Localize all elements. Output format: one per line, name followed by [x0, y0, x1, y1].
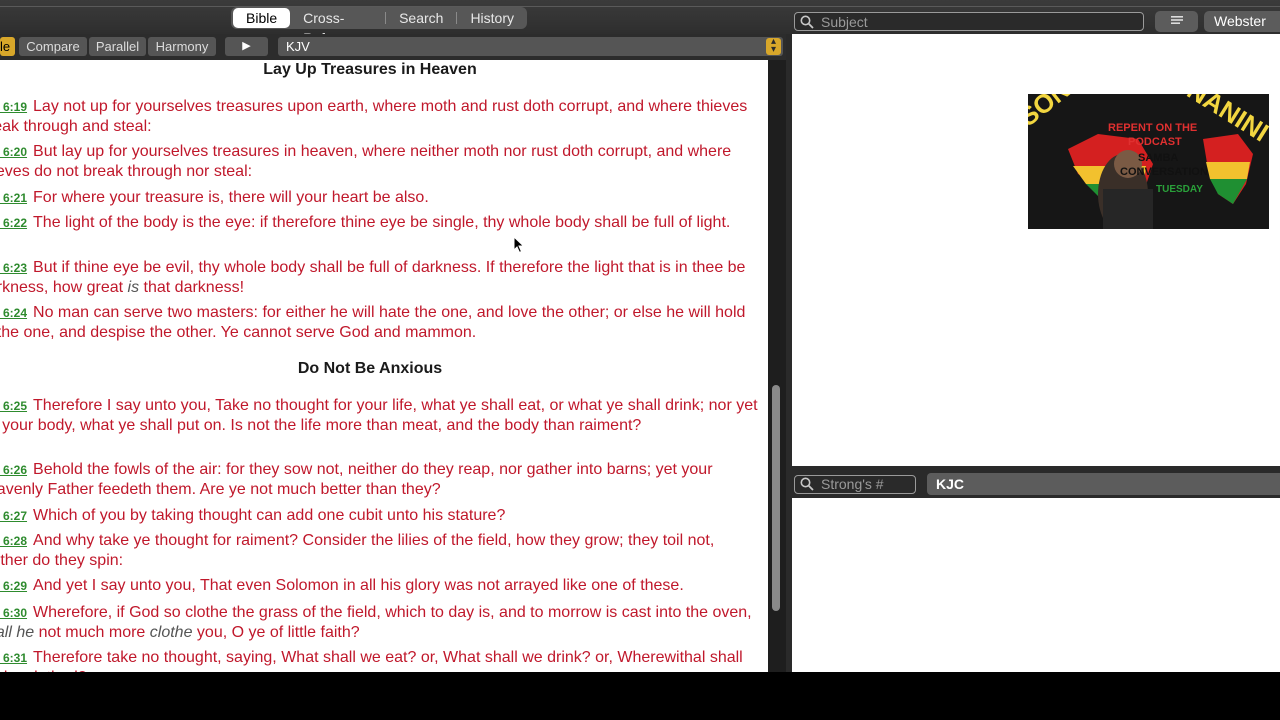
verse-ref-link[interactable]: Mat 6:19: [0, 100, 27, 114]
verse-ref-link[interactable]: Mat 6:25: [0, 399, 27, 413]
search-icon: [800, 477, 814, 495]
mouse-pointer-icon: [513, 235, 525, 254]
verse: Mat 6:24No man can serve two masters: fo…: [0, 303, 759, 342]
strongs-placeholder: Strong's #: [821, 476, 884, 492]
version-select[interactable]: KJV ▴ ▾: [278, 37, 783, 56]
bible-toolbar: le Compare Parallel Harmony ▶ KJV ▴ ▾: [0, 34, 786, 60]
verse-text: Therefore take no thought, saying, What …: [0, 649, 743, 672]
verse-text: Wherefore, if God so clothe the grass of…: [33, 604, 752, 621]
verse-text: Therefore I say unto you, Take no though…: [0, 397, 758, 434]
verse: Mat 6:27 Which of you by taking thought c…: [0, 506, 759, 526]
strongs-pane: [792, 498, 1280, 672]
section-heading: Lay Up Treasures in Heaven: [263, 61, 477, 78]
compare-button[interactable]: Compare: [19, 37, 87, 56]
overlay-text: TUESDAY: [1156, 184, 1203, 195]
verse-text: that darkness!: [139, 279, 245, 296]
verse-ref-link[interactable]: Mat 6:29: [0, 579, 27, 593]
bottom-black-bar: [0, 672, 1280, 720]
verse-text: Which of you by taking thought can add o…: [33, 507, 506, 524]
verse-text: you, O ye of little faith?: [192, 624, 360, 641]
tab-history[interactable]: History: [457, 8, 527, 28]
title-bar: Bible Cross-Refs Search History Subject …: [0, 0, 1280, 46]
bible-text-pane[interactable]: Lay Up Treasures in Heaven Mat 6:19Lay n…: [0, 60, 768, 672]
verse-text: The light of the body is the eye: if the…: [33, 214, 731, 231]
verse-ref-link[interactable]: Mat 6:31: [0, 651, 27, 665]
verse-text: And yet I say unto you, That even Solomo…: [33, 577, 684, 594]
verse: Mat 6:20But lay up for yourselves treasu…: [0, 142, 759, 181]
verse: Mat 6:31Therefore take no thought, sayin…: [0, 648, 759, 672]
list-icon: [1170, 13, 1184, 29]
kjc-select[interactable]: KJC: [927, 473, 1280, 495]
verse-italic-text: shall he: [0, 624, 35, 641]
search-icon: [800, 15, 814, 34]
verse-text: No man can serve two masters: for either…: [0, 304, 746, 341]
verse: Mat 6:29 And yet I say unto you, That eve…: [0, 576, 759, 596]
section-heading: Do Not Be Anxious: [297, 360, 443, 377]
play-icon: ▶: [242, 40, 251, 52]
verse: Mat 6:25Therefore I say unto you, Take n…: [0, 396, 759, 435]
verse: Mat 6:30 Wherefore, if God so clothe the …: [0, 603, 759, 642]
verse: Mat 6:22 The light of the body is the eye…: [0, 213, 759, 233]
list-menu-button[interactable]: [1155, 11, 1198, 32]
subject-search-field[interactable]: Subject: [794, 12, 1144, 31]
verse-text: But if thine eye be evil, thy whole body…: [0, 259, 746, 296]
scrollbar-thumb[interactable]: [772, 385, 780, 611]
verse-text: For where your treasure is, there will y…: [33, 189, 429, 206]
verse: Mat 6:19Lay not up for yourselves treasu…: [0, 97, 759, 136]
verse-ref-link[interactable]: Mat 6:21: [0, 191, 27, 205]
verse: Mat 6:26Behold the fowls of the air: for…: [0, 460, 759, 499]
overlay-text: SAMBA: [1138, 152, 1179, 164]
video-overlay-image: SONINI NANINI REPENT ON THE PODCAST SAMB…: [1028, 94, 1269, 229]
verse-text: not much more: [34, 624, 150, 641]
verse-text: Lay not up for yourselves treasures upon…: [0, 98, 748, 135]
harmony-button[interactable]: Harmony: [148, 37, 216, 56]
tab-cross-refs[interactable]: Cross-Refs: [290, 8, 385, 46]
verse-ref-link[interactable]: Mat 6:23: [0, 261, 27, 275]
verse-ref-link[interactable]: Mat 6:26: [0, 463, 27, 477]
tab-search[interactable]: Search: [386, 8, 456, 28]
verse-ref-link[interactable]: Mat 6:30: [0, 606, 27, 620]
tab-bible[interactable]: Bible: [233, 8, 291, 28]
version-label: KJV: [286, 39, 310, 54]
verse: Mat 6:21 For where your treasure is, ther…: [0, 188, 759, 208]
verse-text: But lay up for yourselves treasures in h…: [0, 143, 732, 180]
parallel-button[interactable]: Parallel: [89, 37, 146, 56]
play-button[interactable]: ▶: [225, 37, 268, 56]
verse-ref-link[interactable]: Mat 6:28: [0, 534, 27, 548]
dictionary-select-webster[interactable]: Webster: [1204, 11, 1280, 32]
bible-view-button[interactable]: le: [0, 37, 15, 56]
verse-text: And why take ye thought for raiment? Con…: [0, 532, 715, 569]
verse-text: Behold the fowls of the air: for they so…: [0, 461, 713, 498]
divider: [0, 6, 1280, 7]
verse-ref-link[interactable]: Mat 6:27: [0, 509, 27, 523]
verse: Mat 6:23But if thine eye be evil, thy wh…: [0, 258, 759, 297]
verse-italic-text: clothe: [149, 624, 193, 641]
verse-italic-text: is: [127, 279, 140, 296]
verse-ref-link[interactable]: Mat 6:22: [0, 216, 27, 230]
tab-bar: Bible Cross-Refs Search History: [231, 7, 527, 46]
stepper-updown-icon[interactable]: ▴ ▾: [766, 37, 781, 55]
verse: Mat 6:28And why take ye thought for raim…: [0, 531, 759, 570]
overlay-text: CONVERSATION: [1120, 166, 1208, 178]
overlay-text: REPENT ON THE: [1108, 122, 1198, 134]
verse-ref-link[interactable]: Mat 6:24: [0, 306, 27, 320]
verse-ref-link[interactable]: Mat 6:20: [0, 145, 27, 159]
subject-placeholder: Subject: [821, 14, 868, 30]
overlay-text: PODCAST: [1128, 136, 1182, 148]
strongs-search-field[interactable]: Strong's #: [794, 475, 916, 494]
